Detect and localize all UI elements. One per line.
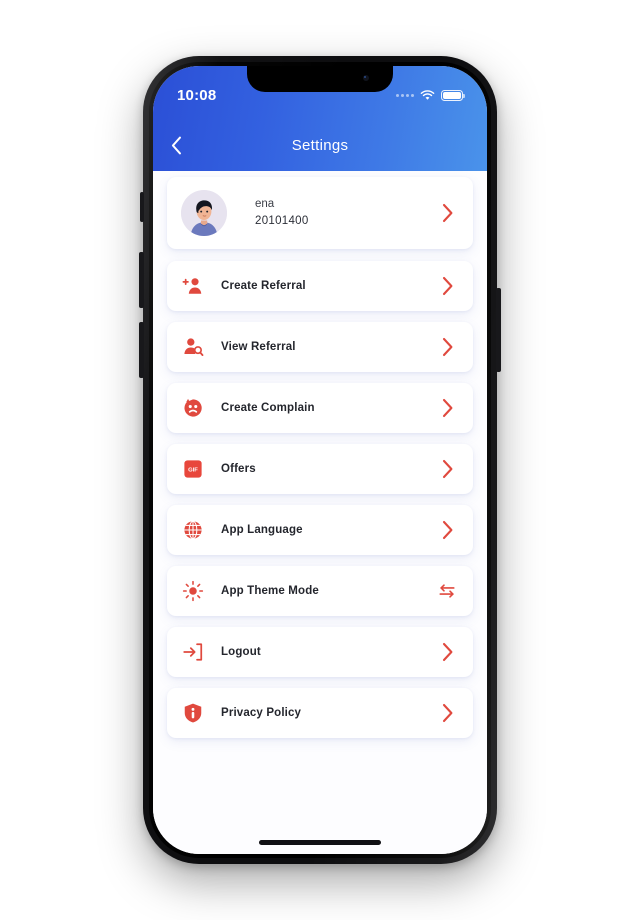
menu-item-logout[interactable]: Logout (167, 627, 473, 677)
menu-item-chevron (437, 703, 457, 723)
profile-details: ena 20101400 (255, 196, 437, 231)
menu-item-create-referral[interactable]: Create Referral (167, 261, 473, 311)
chevron-left-icon (171, 136, 181, 154)
menu-item-label: Offers (221, 463, 256, 475)
mute-switch-button[interactable] (140, 192, 144, 222)
settings-list: ena 20101400 Create Referral View Referr… (153, 171, 487, 854)
offer-badge-icon: GIF (181, 457, 205, 481)
menu-item-view-referral[interactable]: View Referral (167, 322, 473, 372)
chevron-right-icon (442, 703, 452, 723)
chevron-right-icon (442, 459, 452, 479)
menu-item-chevron (437, 398, 457, 418)
menu-item-label: Logout (221, 646, 261, 658)
menu-item-label: View Referral (221, 341, 296, 353)
user-avatar-illustration (181, 190, 227, 236)
home-indicator-bar[interactable] (259, 840, 381, 845)
volume-down-button[interactable] (139, 322, 144, 378)
chevron-right-icon (442, 520, 452, 540)
chevron-right-icon (442, 642, 452, 662)
menu-item-chevron (437, 520, 457, 540)
swap-arrows-icon (439, 584, 455, 598)
phone-screen: 10:08 Settings ena 20101400 Create Refer… (153, 66, 487, 854)
avatar (181, 190, 227, 236)
back-button[interactable] (153, 136, 199, 155)
logout-arrow-icon (181, 640, 205, 664)
menu-item-label: Create Complain (221, 402, 315, 414)
menu-item-label: App Language (221, 524, 303, 536)
shield-info-icon (181, 701, 205, 725)
menu-item-offers[interactable]: GIF Offers (167, 444, 473, 494)
page-title: Settings (291, 136, 349, 154)
menu-item-app-language[interactable]: App Language (167, 505, 473, 555)
complaint-face-icon (181, 396, 205, 420)
menu-item-label: Create Referral (221, 280, 306, 292)
globe-icon (181, 518, 205, 542)
menu-item-app-theme-mode[interactable]: App Theme Mode (167, 566, 473, 616)
profile-name: ena (255, 197, 275, 210)
front-camera-icon (363, 75, 369, 81)
power-button[interactable] (496, 288, 501, 372)
chevron-right-icon (442, 276, 452, 296)
app-header: 10:08 Settings (153, 66, 487, 171)
navigation-bar: Settings (153, 119, 487, 171)
menu-item-privacy-policy[interactable]: Privacy Policy (167, 688, 473, 738)
chevron-right-icon (442, 398, 452, 418)
wifi-icon (420, 89, 435, 100)
status-indicators (396, 89, 465, 101)
menu-item-chevron (437, 337, 457, 357)
chevron-right-icon (442, 337, 452, 357)
user-search-icon (181, 335, 205, 359)
profile-card[interactable]: ena 20101400 (167, 177, 473, 249)
sun-brightness-icon (181, 579, 205, 603)
volume-up-button[interactable] (139, 252, 144, 308)
menu-item-chevron (437, 642, 457, 662)
profile-id: 20101400 (255, 215, 309, 227)
menu-item-chevron (437, 276, 457, 296)
screenshot-canvas: 10:08 Settings ena 20101400 Create Refer… (0, 0, 640, 920)
svg-text:GIF: GIF (188, 467, 198, 473)
chevron-right-icon (442, 203, 452, 223)
profile-chevron (437, 203, 457, 223)
signal-dots-icon (396, 93, 414, 97)
menu-item-label: Privacy Policy (221, 707, 302, 719)
theme-mode-toggle[interactable] (437, 581, 457, 601)
user-plus-icon (181, 274, 205, 298)
menu-item-label: App Theme Mode (221, 585, 319, 597)
menu-item-create-complain[interactable]: Create Complain (167, 383, 473, 433)
battery-full-icon (441, 89, 465, 101)
status-time: 10:08 (177, 86, 217, 104)
device-notch (247, 66, 393, 92)
menu-item-chevron (437, 459, 457, 479)
